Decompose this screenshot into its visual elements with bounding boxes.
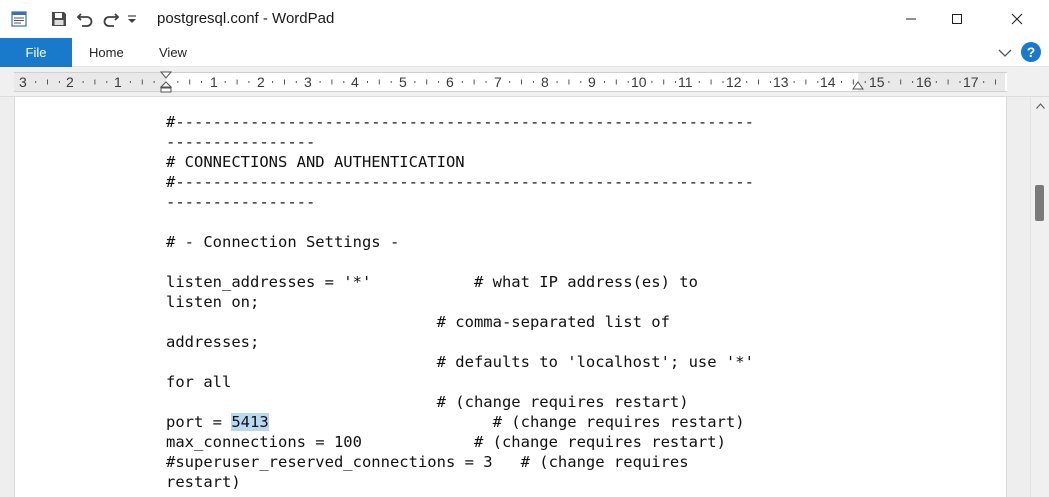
port-line: port = 5413 # (change requires restart) bbox=[166, 412, 866, 432]
maximize-icon[interactable] bbox=[934, 0, 980, 38]
window-title: postgresql.conf - WordPad bbox=[157, 10, 335, 27]
text-line bbox=[166, 212, 866, 232]
text-line: max_connections = 100 # (change requires… bbox=[166, 433, 726, 451]
text-line: # (change requires restart) bbox=[166, 393, 689, 411]
document-text[interactable]: #---------------------------------------… bbox=[166, 112, 866, 492]
hanging-indent-marker[interactable] bbox=[160, 81, 172, 93]
ruler-label: 3 bbox=[19, 74, 27, 90]
help-icon[interactable]: ? bbox=[1021, 42, 1041, 62]
collapse-ribbon-icon[interactable] bbox=[996, 44, 1014, 62]
text-line: #---------------------------------------… bbox=[166, 173, 754, 191]
text-line: # defaults to 'localhost'; use '*' bbox=[166, 353, 754, 371]
undo-icon[interactable] bbox=[75, 9, 95, 29]
text-line: ---------------- bbox=[166, 133, 316, 151]
text-line: #superuser_reserved_connections = 3 # (c… bbox=[166, 453, 689, 471]
port-prefix: port = bbox=[166, 413, 232, 431]
ruler-label: 10 bbox=[631, 74, 647, 90]
title-bar: postgresql.conf - WordPad bbox=[0, 0, 1049, 38]
right-indent-marker[interactable] bbox=[852, 81, 864, 91]
ruler-label: 12 bbox=[726, 74, 742, 90]
ruler-label: 2 bbox=[257, 74, 265, 90]
tab-view[interactable]: View bbox=[159, 38, 187, 67]
text-line: # - Connection Settings - bbox=[166, 233, 400, 251]
port-suffix: # (change requires restart) bbox=[268, 413, 745, 431]
text-line: for all bbox=[166, 373, 232, 391]
text-line: # comma-separated list of bbox=[166, 313, 670, 331]
redo-icon[interactable] bbox=[101, 9, 121, 29]
ribbon-tab-bar: File Home View ? bbox=[0, 38, 1049, 67]
ruler-label: 11 bbox=[678, 74, 693, 90]
ruler-label: 1 bbox=[210, 74, 218, 90]
ruler-label: 17 bbox=[963, 74, 979, 90]
text-line bbox=[166, 252, 866, 272]
text-line: listen on; bbox=[166, 293, 260, 311]
selected-port-value[interactable]: 5413 bbox=[231, 413, 269, 431]
tab-file[interactable]: File bbox=[0, 38, 72, 67]
close-icon[interactable] bbox=[994, 0, 1040, 38]
tab-home[interactable]: Home bbox=[89, 38, 124, 67]
text-line: #---------------------------------------… bbox=[166, 113, 754, 131]
ruler-label: 9 bbox=[588, 74, 596, 90]
customize-quick-access-icon[interactable] bbox=[122, 9, 142, 29]
scroll-up-icon[interactable] bbox=[1031, 97, 1049, 114]
text-line: # CONNECTIONS AND AUTHENTICATION bbox=[166, 153, 465, 171]
ruler-label: 4 bbox=[351, 74, 359, 90]
minimize-icon[interactable] bbox=[888, 0, 934, 38]
vertical-scrollbar[interactable] bbox=[1030, 97, 1049, 497]
wordpad-app-icon[interactable] bbox=[9, 9, 29, 29]
text-line: listen_addresses = '*' # what IP address… bbox=[166, 273, 698, 291]
ruler-label: 6 bbox=[446, 74, 454, 90]
ruler-label: 15 bbox=[869, 74, 885, 90]
ruler[interactable]: 3 2 1 1 2 3 4 5 6 7 8 9 10 11 12 13 14 1… bbox=[14, 71, 1007, 93]
ruler-label: 13 bbox=[773, 74, 789, 90]
text-line: ---------------- bbox=[166, 193, 316, 211]
scrollbar-thumb[interactable] bbox=[1035, 185, 1044, 221]
ruler-label: 2 bbox=[66, 74, 74, 90]
text-line: restart) bbox=[166, 473, 241, 491]
ruler-label: 14 bbox=[820, 74, 836, 90]
text-line: addresses; bbox=[166, 333, 260, 351]
ruler-label: 8 bbox=[541, 74, 549, 90]
ruler-label: 7 bbox=[494, 74, 502, 90]
ruler-label: 1 bbox=[114, 74, 122, 90]
ruler-label: 16 bbox=[916, 74, 932, 90]
save-icon[interactable] bbox=[49, 9, 69, 29]
ruler-label: 5 bbox=[399, 74, 407, 90]
ruler-label: 3 bbox=[304, 74, 312, 90]
